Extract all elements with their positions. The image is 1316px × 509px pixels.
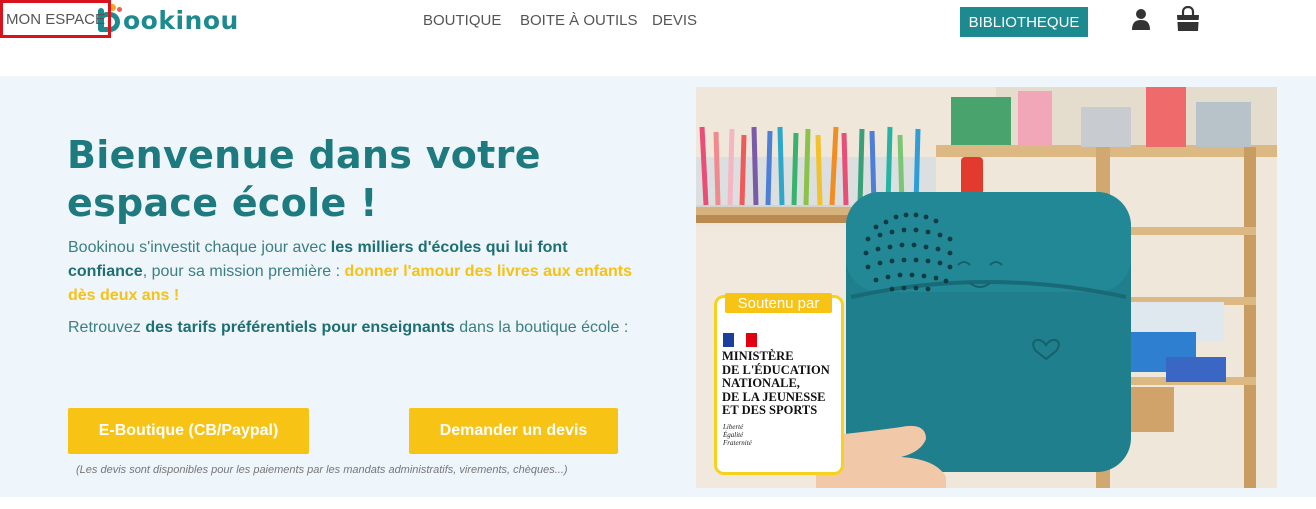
main-nav: BOUTIQUE BOITE À OUTILS DEVIS MON ESPACE bbox=[0, 0, 697, 38]
logo-text: ookinou bbox=[123, 5, 239, 35]
eboutique-button[interactable]: E-Boutique (CB/Paypal) bbox=[68, 408, 309, 454]
badge-label: Soutenu par bbox=[725, 293, 832, 313]
intro-paragraph: Bookinou s'investit chaque jour avec les… bbox=[68, 236, 648, 308]
nav-boutique[interactable]: BOUTIQUE bbox=[423, 12, 501, 29]
motto-liberte: Liberté bbox=[723, 423, 744, 431]
site-header: ookinou BOUTIQUE BOITE À OUTILS DEVIS MO… bbox=[0, 0, 1316, 76]
shopping-bag-icon[interactable] bbox=[1175, 6, 1201, 32]
user-icon[interactable] bbox=[1131, 8, 1151, 30]
quote-note: (Les devis sont disponibles pour les pai… bbox=[76, 464, 568, 476]
ministry-line-2: DE L'ÉDUCATION bbox=[722, 362, 830, 377]
pricing-text-1: Retrouvez bbox=[68, 319, 146, 336]
request-quote-button[interactable]: Demander un devis bbox=[409, 408, 618, 454]
pricing-paragraph: Retrouvez des tarifs préférentiels pour … bbox=[68, 316, 648, 340]
ministry-name: MINISTÈRE DE L'ÉDUCATION NATIONALE, DE L… bbox=[722, 349, 842, 418]
intro-text-1: Bookinou s'investit chaque jour avec bbox=[68, 239, 331, 256]
pricing-bold: des tarifs préférentiels pour enseignant… bbox=[145, 319, 455, 336]
nav-mon-espace[interactable]: MON ESPACE bbox=[0, 0, 111, 38]
motto-egalite: Égalité bbox=[723, 431, 744, 439]
intro-text-2: , pour sa mission première : bbox=[142, 263, 345, 280]
ministry-line-3: NATIONALE, bbox=[722, 376, 800, 390]
ministry-line-4: DE LA JEUNESSE bbox=[722, 389, 826, 404]
page-title: Bienvenue dans votre espace école ! bbox=[67, 133, 541, 225]
ministry-line-1: MINISTÈRE bbox=[722, 349, 794, 363]
motto-fraternite: Fraternité bbox=[723, 439, 752, 447]
pricing-text-2: dans la boutique école : bbox=[454, 319, 629, 336]
nav-boite-a-outils[interactable]: BOITE À OUTILS bbox=[520, 12, 638, 29]
page-bottom-strip bbox=[0, 497, 1316, 509]
republic-motto: Liberté Égalité Fraternité bbox=[723, 423, 783, 447]
french-flag-icon bbox=[723, 333, 757, 347]
nav-devis[interactable]: DEVIS bbox=[652, 12, 697, 29]
bibliotheque-button[interactable]: BIBLIOTHEQUE bbox=[960, 7, 1088, 37]
ministry-line-5: ET DES SPORTS bbox=[722, 403, 818, 417]
bookinou-logo[interactable]: ookinou bbox=[96, 2, 239, 38]
